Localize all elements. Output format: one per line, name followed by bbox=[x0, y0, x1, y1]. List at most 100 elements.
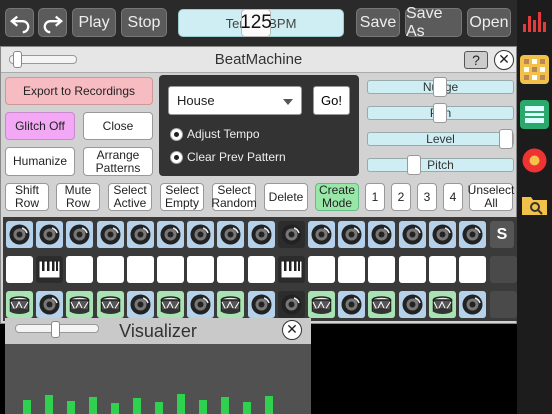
select-random-button[interactable]: Select Random bbox=[211, 183, 257, 211]
clear-prev-pattern-radio[interactable] bbox=[170, 151, 183, 164]
visualizer-bar bbox=[155, 402, 163, 414]
step-cell[interactable] bbox=[6, 291, 33, 318]
step-cell[interactable] bbox=[96, 221, 124, 248]
step-cell[interactable] bbox=[36, 291, 64, 318]
step-cell[interactable] bbox=[338, 221, 366, 248]
step-cell[interactable] bbox=[36, 256, 64, 283]
solo-button[interactable]: S bbox=[490, 221, 514, 248]
redo-button[interactable] bbox=[38, 8, 67, 37]
export-to-recordings-button[interactable]: Export to Recordings bbox=[5, 77, 153, 105]
play-button[interactable]: Play bbox=[72, 8, 116, 37]
step-cell[interactable] bbox=[217, 291, 245, 318]
select-empty-button[interactable]: Select Empty bbox=[160, 183, 204, 211]
pitch-thumb[interactable] bbox=[407, 155, 421, 175]
humanize-button[interactable]: Humanize bbox=[5, 147, 75, 176]
step-cell[interactable] bbox=[428, 291, 456, 318]
unselect-all-button[interactable]: Unselect All bbox=[468, 183, 514, 211]
mute-row-button[interactable]: Mute Row bbox=[56, 183, 100, 211]
level-label: Level bbox=[426, 132, 455, 146]
step-cell[interactable] bbox=[428, 221, 456, 248]
level-slider[interactable]: Level bbox=[367, 132, 514, 146]
close-icon[interactable]: ✕ bbox=[494, 50, 514, 70]
visualizer-opacity-thumb[interactable] bbox=[51, 321, 60, 338]
step-cell[interactable] bbox=[157, 256, 184, 283]
step-cell[interactable] bbox=[247, 256, 275, 283]
shift-row-button[interactable]: Shift Row bbox=[5, 183, 49, 211]
record-icon[interactable] bbox=[520, 146, 549, 175]
step-cell[interactable] bbox=[66, 221, 94, 248]
step-cell[interactable] bbox=[36, 221, 64, 248]
step-cell[interactable] bbox=[187, 291, 215, 318]
step-cell[interactable] bbox=[126, 221, 154, 248]
tempo-value[interactable]: 125 bbox=[240, 9, 272, 37]
step-cell[interactable] bbox=[277, 256, 305, 283]
pan-thumb[interactable] bbox=[433, 103, 447, 123]
step-cell[interactable] bbox=[187, 221, 215, 248]
step-cell[interactable] bbox=[308, 221, 335, 248]
step-cell[interactable] bbox=[66, 291, 94, 318]
pattern-1-button[interactable]: 1 bbox=[365, 183, 385, 211]
step-cell[interactable] bbox=[459, 256, 486, 283]
step-cell[interactable] bbox=[428, 256, 456, 283]
step-cell[interactable] bbox=[308, 256, 335, 283]
keyboard-icon[interactable] bbox=[520, 100, 549, 129]
level-thumb[interactable] bbox=[499, 129, 513, 149]
step-cell[interactable] bbox=[368, 291, 396, 318]
step-cell[interactable] bbox=[126, 291, 154, 318]
panel-opacity-thumb[interactable] bbox=[13, 51, 22, 68]
step-cell[interactable] bbox=[277, 291, 305, 318]
step-cell[interactable] bbox=[6, 256, 33, 283]
select-active-button[interactable]: Select Active bbox=[108, 183, 152, 211]
step-cell[interactable] bbox=[277, 221, 305, 248]
pattern-4-button[interactable]: 4 bbox=[443, 183, 463, 211]
step-cell[interactable] bbox=[459, 221, 486, 248]
folder-search-icon[interactable] bbox=[520, 190, 549, 219]
step-cell[interactable] bbox=[66, 256, 94, 283]
help-button[interactable]: ? bbox=[464, 51, 488, 69]
save-button[interactable]: Save bbox=[356, 8, 400, 37]
pitch-slider[interactable]: Pitch bbox=[367, 158, 514, 172]
step-cell[interactable] bbox=[368, 256, 396, 283]
adjust-tempo-radio[interactable] bbox=[170, 128, 183, 141]
step-cell[interactable] bbox=[398, 291, 426, 318]
pattern-3-button[interactable]: 3 bbox=[417, 183, 437, 211]
create-mode-button[interactable]: Create Mode bbox=[315, 183, 359, 211]
step-cell[interactable] bbox=[6, 221, 33, 248]
step-cell[interactable] bbox=[247, 221, 275, 248]
step-cell[interactable] bbox=[459, 291, 486, 318]
step-cell[interactable] bbox=[398, 221, 426, 248]
levels-icon[interactable] bbox=[520, 6, 549, 35]
step-cell[interactable] bbox=[338, 256, 366, 283]
drum-icon bbox=[160, 296, 181, 314]
step-cell[interactable] bbox=[398, 256, 426, 283]
step-cell[interactable] bbox=[217, 221, 245, 248]
beat-grid-icon[interactable] bbox=[520, 55, 549, 84]
row-solo-cell[interactable] bbox=[490, 291, 517, 318]
step-cell[interactable] bbox=[157, 291, 184, 318]
arrange-patterns-button[interactable]: Arrange Patterns bbox=[83, 147, 153, 176]
pattern-2-button[interactable]: 2 bbox=[391, 183, 411, 211]
save-as-button[interactable]: Save As bbox=[405, 5, 462, 40]
step-cell[interactable] bbox=[247, 291, 275, 318]
row-solo-cell[interactable] bbox=[490, 256, 517, 283]
step-cell[interactable] bbox=[217, 256, 245, 283]
glitch-toggle-button[interactable]: Glitch Off bbox=[5, 112, 75, 140]
undo-button[interactable] bbox=[5, 8, 34, 37]
close-button[interactable]: Close bbox=[83, 112, 153, 140]
go-button[interactable]: Go! bbox=[313, 86, 350, 115]
open-button[interactable]: Open bbox=[467, 8, 511, 37]
step-cell[interactable] bbox=[96, 256, 124, 283]
delete-button[interactable]: Delete bbox=[264, 183, 308, 211]
step-cell[interactable] bbox=[308, 291, 335, 318]
visualizer-close-icon[interactable]: ✕ bbox=[282, 320, 302, 340]
nudge-thumb[interactable] bbox=[433, 77, 447, 97]
pitch-label: Pitch bbox=[427, 158, 454, 172]
step-cell[interactable] bbox=[126, 256, 154, 283]
step-cell[interactable] bbox=[338, 291, 366, 318]
step-cell[interactable] bbox=[368, 221, 396, 248]
preset-dropdown[interactable]: House bbox=[168, 86, 302, 115]
step-cell[interactable] bbox=[187, 256, 215, 283]
stop-button[interactable]: Stop bbox=[121, 8, 167, 37]
step-cell[interactable] bbox=[96, 291, 124, 318]
step-cell[interactable] bbox=[157, 221, 184, 248]
